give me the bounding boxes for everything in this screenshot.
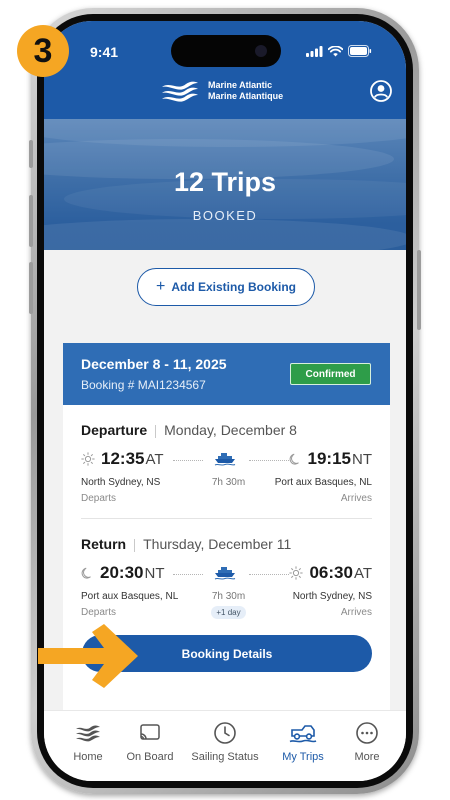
return-times: 20:30NT 06:30AT (81, 563, 372, 585)
brand-name-fr: Marine Atlantique (208, 91, 284, 101)
bottom-tab-bar: Home On Board Sailing Status My Trips Mo… (44, 710, 406, 781)
return-arrival-timezone: AT (353, 565, 372, 582)
tab-label: Sailing Status (191, 751, 259, 763)
leg-divider (81, 518, 372, 519)
departure-origin: North Sydney, NS (81, 477, 161, 488)
step-number-badge: 3 (17, 25, 69, 77)
departure-leg-title: Departure Monday, December 8 (81, 422, 297, 438)
departs-label: Departs (81, 607, 117, 618)
pointer-arrow-icon (38, 624, 138, 688)
departure-times: 12:35AT 19:15NT (81, 449, 372, 471)
tab-on-board[interactable]: On Board (114, 720, 186, 763)
return-day: Thursday, December 11 (143, 536, 292, 552)
departure-timezone: AT (145, 451, 164, 468)
marine-atlantic-logo-icon (162, 81, 198, 102)
arrives-label: Arrives (340, 607, 372, 618)
booking-dates: December 8 - 11, 2025 (81, 356, 227, 372)
moon-icon (81, 567, 91, 579)
status-icons (306, 45, 372, 57)
departure-day: Monday, December 8 (164, 422, 297, 438)
dynamic-island (171, 35, 281, 67)
arrival-time: 19:15 (307, 449, 351, 468)
departure-time: 12:35 (101, 449, 145, 468)
return-origin: Port aux Basques, NL (81, 591, 179, 602)
return-destination: North Sydney, NS (292, 591, 372, 602)
ferry-icon (214, 453, 236, 466)
return-duration: 7h 30m (211, 591, 246, 602)
tab-label: My Trips (282, 751, 324, 763)
ellipsis-icon (356, 722, 378, 744)
arrives-label: Arrives (340, 493, 372, 504)
signal-icon (306, 45, 323, 57)
ferry-icon (214, 567, 236, 580)
side-button (29, 140, 33, 168)
brand-name: Marine Atlantic Marine Atlantique (208, 80, 283, 102)
cast-icon (140, 724, 160, 740)
tab-more[interactable]: More (331, 720, 403, 763)
status-time: 9:41 (90, 44, 119, 60)
departure-duration: 7h 30m (211, 477, 246, 488)
car-ferry-icon (289, 725, 317, 743)
booking-number: Booking # MAI1234567 (81, 378, 206, 392)
departure-label: Departure (81, 422, 148, 438)
trips-status-label: BOOKED (192, 208, 258, 223)
brand-logo: Marine Atlantic Marine Atlantique (160, 79, 283, 103)
return-label: Return (81, 536, 127, 552)
side-button (29, 262, 33, 314)
return-departure-timezone: NT (144, 565, 165, 582)
trips-banner: 12 Trips BOOKED (44, 119, 406, 250)
arrival-timezone: NT (352, 451, 372, 468)
sun-icon (81, 452, 95, 466)
return-arrival-time: 06:30 (309, 563, 353, 582)
wifi-icon (328, 45, 343, 56)
clock-icon (214, 722, 236, 744)
departs-label: Departs (81, 493, 117, 504)
moon-icon (289, 453, 299, 465)
return-leg-title: Return Thursday, December 11 (81, 536, 291, 552)
return-departure-time: 20:30 (100, 563, 144, 582)
status-badge: Confirmed (290, 363, 371, 385)
add-existing-booking-label: Add Existing Booking (171, 280, 296, 294)
plus-icon: + (155, 278, 166, 295)
app-header: 9:41 Marine Atlantic Marine Atlantique (44, 21, 406, 119)
brand-name-en: Marine Atlantic (208, 80, 273, 90)
tab-label: On Board (126, 751, 174, 763)
tab-my-trips[interactable]: My Trips (267, 720, 339, 763)
booking-card-header: December 8 - 11, 2025 Booking # MAI12345… (63, 343, 390, 405)
extra-day-badge: +1 day (211, 606, 246, 619)
battery-icon (348, 45, 372, 57)
sun-icon (289, 566, 304, 580)
add-existing-booking-button[interactable]: + Add Existing Booking (137, 268, 315, 306)
waves-icon (76, 725, 100, 742)
departure-destination: Port aux Basques, NL (274, 477, 372, 488)
side-button (29, 195, 33, 247)
side-button (417, 250, 421, 330)
tab-sailing-status[interactable]: Sailing Status (189, 720, 261, 763)
profile-icon[interactable] (370, 80, 392, 102)
trips-count: 12 Trips (173, 167, 277, 197)
tab-label: More (354, 751, 380, 763)
